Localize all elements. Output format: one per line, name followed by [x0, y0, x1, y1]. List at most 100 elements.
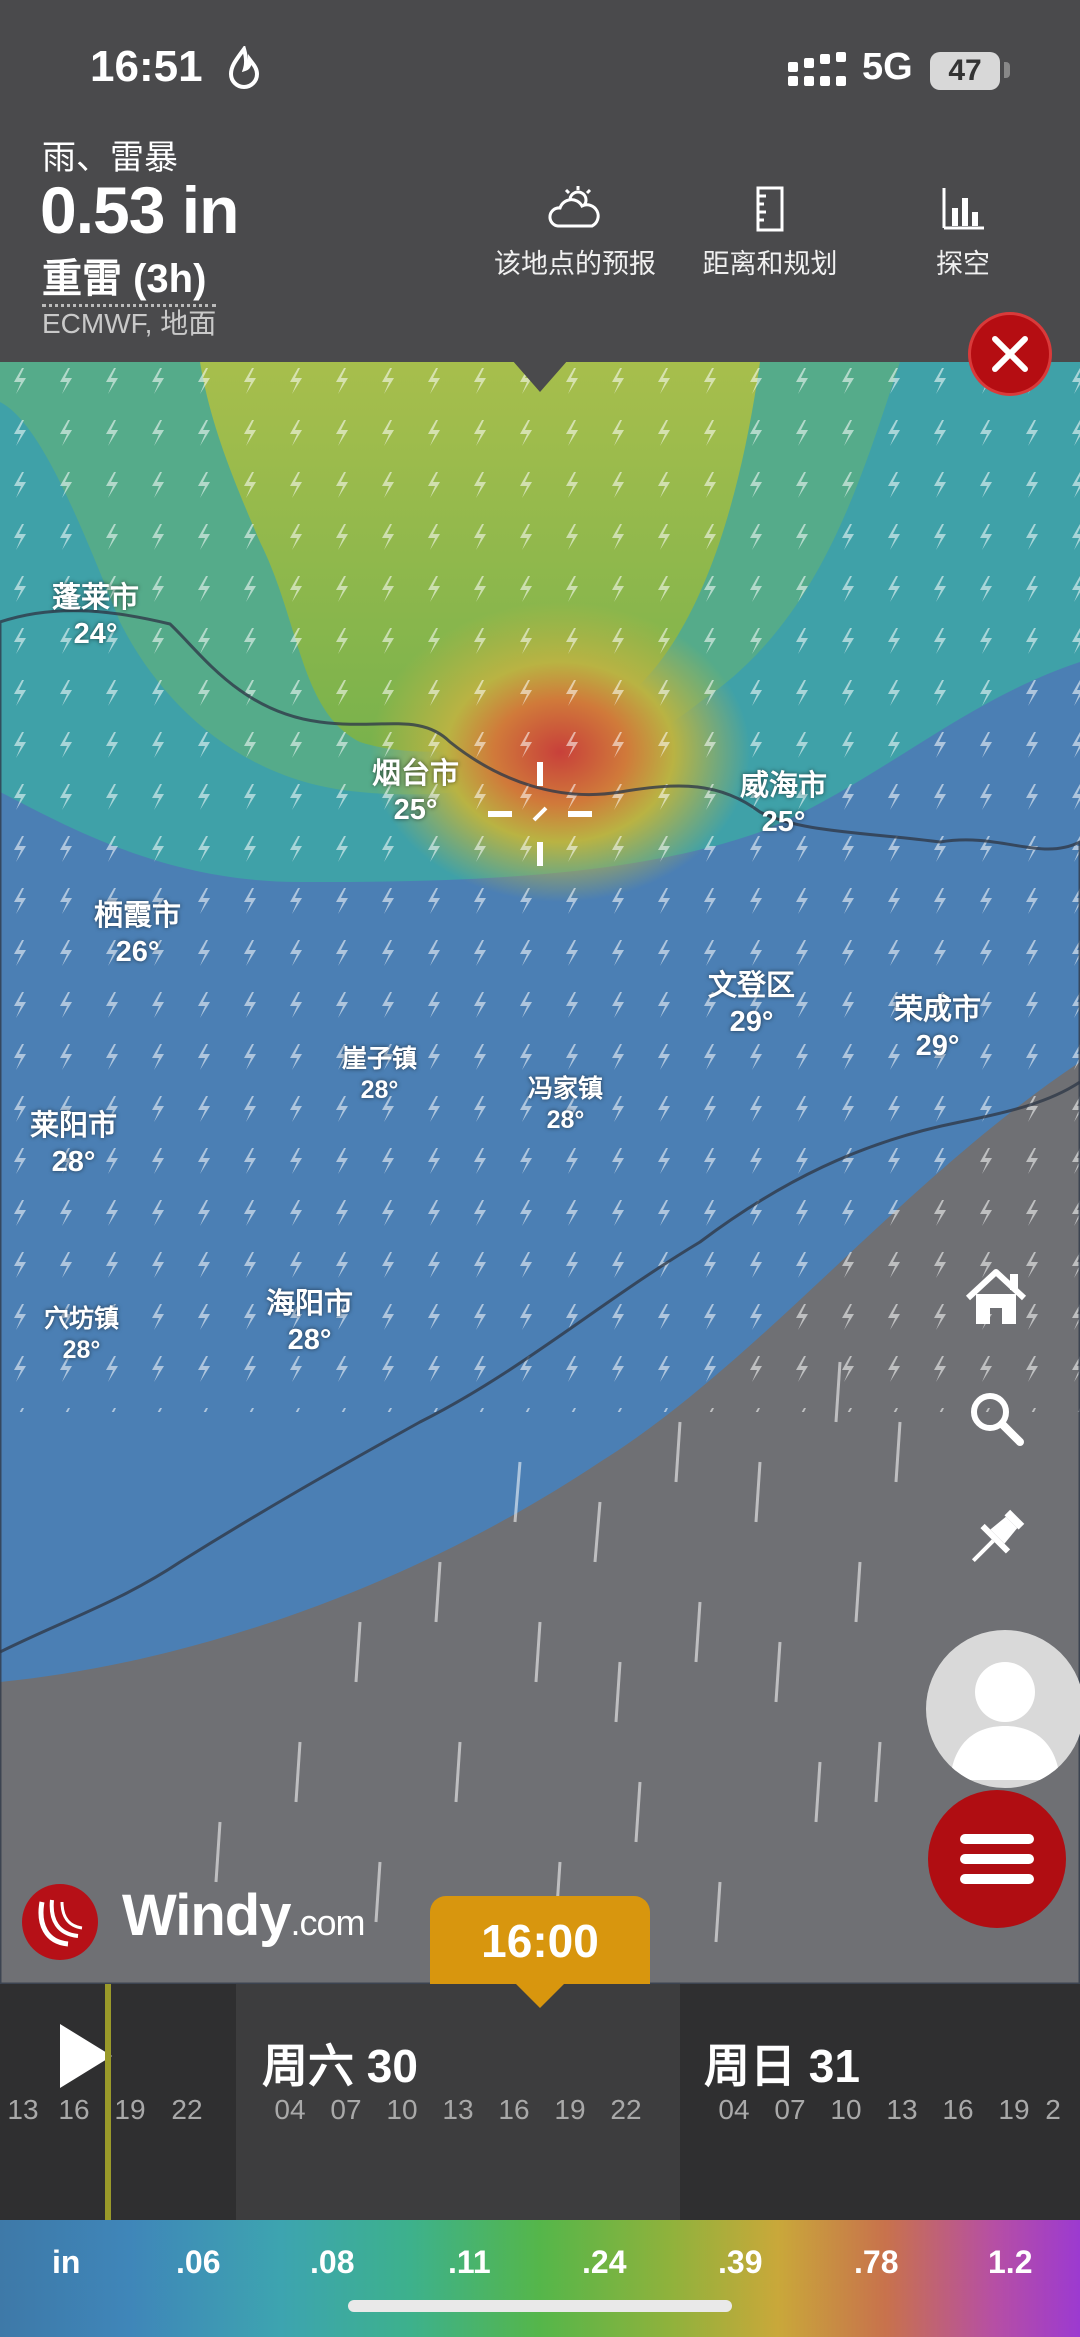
crosshair-icon — [488, 762, 592, 866]
time-tag-pointer — [516, 1984, 564, 2008]
legend-stop: .08 — [310, 2244, 355, 2280]
brand-text: Windy — [122, 1883, 291, 1948]
city-temp: 28° — [51, 1146, 96, 1178]
city-temp: 24° — [73, 618, 118, 650]
point-forecast-label: 该地点的预报 — [494, 249, 656, 279]
hamburger-icon — [960, 1834, 1034, 1884]
sounding-label: 探空 — [936, 249, 990, 279]
hour-tick: 16 — [498, 2094, 530, 2125]
legend-stop: .06 — [176, 2244, 221, 2280]
hour-tick: 07 — [774, 2094, 806, 2125]
hour-tick: 10 — [386, 2094, 418, 2125]
city-name: 栖霞市 — [94, 900, 182, 932]
color-legend[interactable]: in .06 .08 .11 .24 .39 .78 1.2 — [0, 2220, 1080, 2337]
hour-tick: 22 — [171, 2094, 203, 2125]
status-time: 16:51 — [90, 42, 203, 91]
timeline-hours: 13 16 19 22 — [0, 2094, 216, 2134]
city-label[interactable]: 莱阳市 28° — [30, 1108, 117, 1180]
brand-suffix: .com — [290, 1902, 365, 1943]
city-name: 蓬莱市 — [52, 582, 140, 614]
city-label[interactable]: 烟台市 25° — [372, 756, 459, 828]
distance-planning-button[interactable]: 距离和规划 — [690, 186, 850, 281]
city-name: 文登区 — [708, 970, 796, 1002]
legend-stop: .39 — [718, 2244, 763, 2280]
signal-icon — [788, 52, 846, 86]
weather-map[interactable]: 蓬莱市 24° 烟台市 25° 威海市 25° 栖霞市 26° 文登区 29° … — [0, 362, 1080, 1984]
city-label[interactable]: 威海市 25° — [740, 768, 827, 840]
forecast-model[interactable]: ECMWF, 地面 — [42, 302, 216, 342]
city-name: 莱阳市 — [30, 1110, 118, 1142]
close-button[interactable] — [968, 312, 1052, 396]
legend-labels: in .06 .08 .11 .24 .39 .78 1.2 — [0, 2220, 1080, 2280]
timeline-hours: 04 07 10 13 16 19 22 — [262, 2094, 654, 2134]
city-temp: 25° — [761, 806, 806, 838]
city-name: 穴坊镇 — [44, 1305, 120, 1333]
flame-icon — [228, 46, 260, 89]
layer-value: 0.53 in — [40, 173, 239, 247]
panel-pointer — [512, 360, 568, 392]
pin-icon[interactable] — [960, 1502, 1032, 1574]
city-label[interactable]: 文登区 29° — [708, 968, 795, 1040]
city-label[interactable]: 栖霞市 26° — [94, 898, 181, 970]
layer-accumulation[interactable]: 重雷 (3h) — [42, 246, 217, 307]
current-time-tag[interactable]: 16:00 — [430, 1896, 650, 1986]
top-panel: 16:51 5G 47 雨、雷暴 0.53 in 重雷 (3h) ECMWF, … — [0, 0, 1080, 362]
precipitation-overlay — [0, 362, 1080, 1984]
city-label[interactable]: 穴坊镇 28° — [44, 1304, 119, 1366]
city-label[interactable]: 蓬莱市 24° — [52, 580, 139, 652]
hour-tick: 2 — [1045, 2094, 1061, 2125]
legend-unit: in — [52, 2244, 81, 2280]
bar-chart-icon — [942, 188, 984, 230]
point-forecast-button[interactable]: 该地点的预报 — [490, 186, 660, 281]
city-name: 威海市 — [740, 770, 828, 802]
user-icon — [950, 1662, 1060, 1780]
battery-tip — [1004, 62, 1010, 78]
timeline-day-label[interactable]: 周六 30 — [262, 2030, 418, 2096]
windy-logo[interactable] — [22, 1884, 98, 1960]
timeline-day-label[interactable]: 周日 31 — [704, 2030, 860, 2096]
timeline-hours: 04 07 10 13 16 19 2 — [706, 2094, 1064, 2134]
home-indicator[interactable] — [348, 2300, 732, 2312]
hour-tick: 13 — [7, 2094, 39, 2125]
menu-button[interactable] — [928, 1790, 1066, 1928]
network-type: 5G — [862, 46, 913, 88]
city-label[interactable]: 崖子镇 28° — [342, 1044, 417, 1106]
distance-planning-label: 距离和规划 — [702, 249, 838, 279]
city-name: 冯家镇 — [528, 1075, 604, 1103]
city-temp: 29° — [915, 1030, 960, 1062]
hour-tick: 19 — [998, 2094, 1030, 2125]
legend-stop: 1.2 — [988, 2244, 1033, 2280]
hour-tick: 16 — [942, 2094, 974, 2125]
city-name: 海阳市 — [266, 1288, 354, 1320]
city-temp: 28° — [360, 1076, 399, 1104]
ruler-icon — [756, 186, 784, 232]
hour-tick: 19 — [114, 2094, 146, 2125]
hour-tick: 22 — [610, 2094, 642, 2125]
city-temp: 25° — [393, 794, 438, 826]
city-label[interactable]: 冯家镇 28° — [528, 1074, 603, 1136]
legend-stop: .78 — [854, 2244, 899, 2280]
city-label[interactable]: 荣成市 29° — [894, 992, 981, 1064]
hour-tick: 13 — [442, 2094, 474, 2125]
city-name: 烟台市 — [372, 758, 460, 790]
close-icon — [992, 336, 1028, 372]
sounding-button[interactable]: 探空 — [900, 186, 1026, 281]
avatar[interactable] — [926, 1630, 1080, 1788]
search-icon[interactable] — [960, 1382, 1032, 1454]
city-temp: 28° — [62, 1336, 101, 1364]
hour-tick: 16 — [58, 2094, 90, 2125]
hour-tick: 13 — [886, 2094, 918, 2125]
battery-icon: 47 — [930, 52, 1000, 90]
city-name: 崖子镇 — [342, 1045, 418, 1073]
city-label[interactable]: 海阳市 28° — [266, 1286, 353, 1358]
brand-name: Windy.com — [122, 1882, 365, 1949]
city-temp: 29° — [729, 1006, 774, 1038]
city-temp: 26° — [115, 936, 160, 968]
timeline[interactable]: 周六 30 周日 31 13 16 19 22 04 07 10 13 16 1… — [0, 1984, 1080, 2220]
legend-stop: .24 — [582, 2244, 627, 2280]
hour-tick: 10 — [830, 2094, 862, 2125]
hour-tick: 04 — [274, 2094, 306, 2125]
home-icon[interactable] — [960, 1262, 1032, 1334]
windy-logo-icon — [38, 1899, 83, 1947]
hour-tick: 04 — [718, 2094, 750, 2125]
